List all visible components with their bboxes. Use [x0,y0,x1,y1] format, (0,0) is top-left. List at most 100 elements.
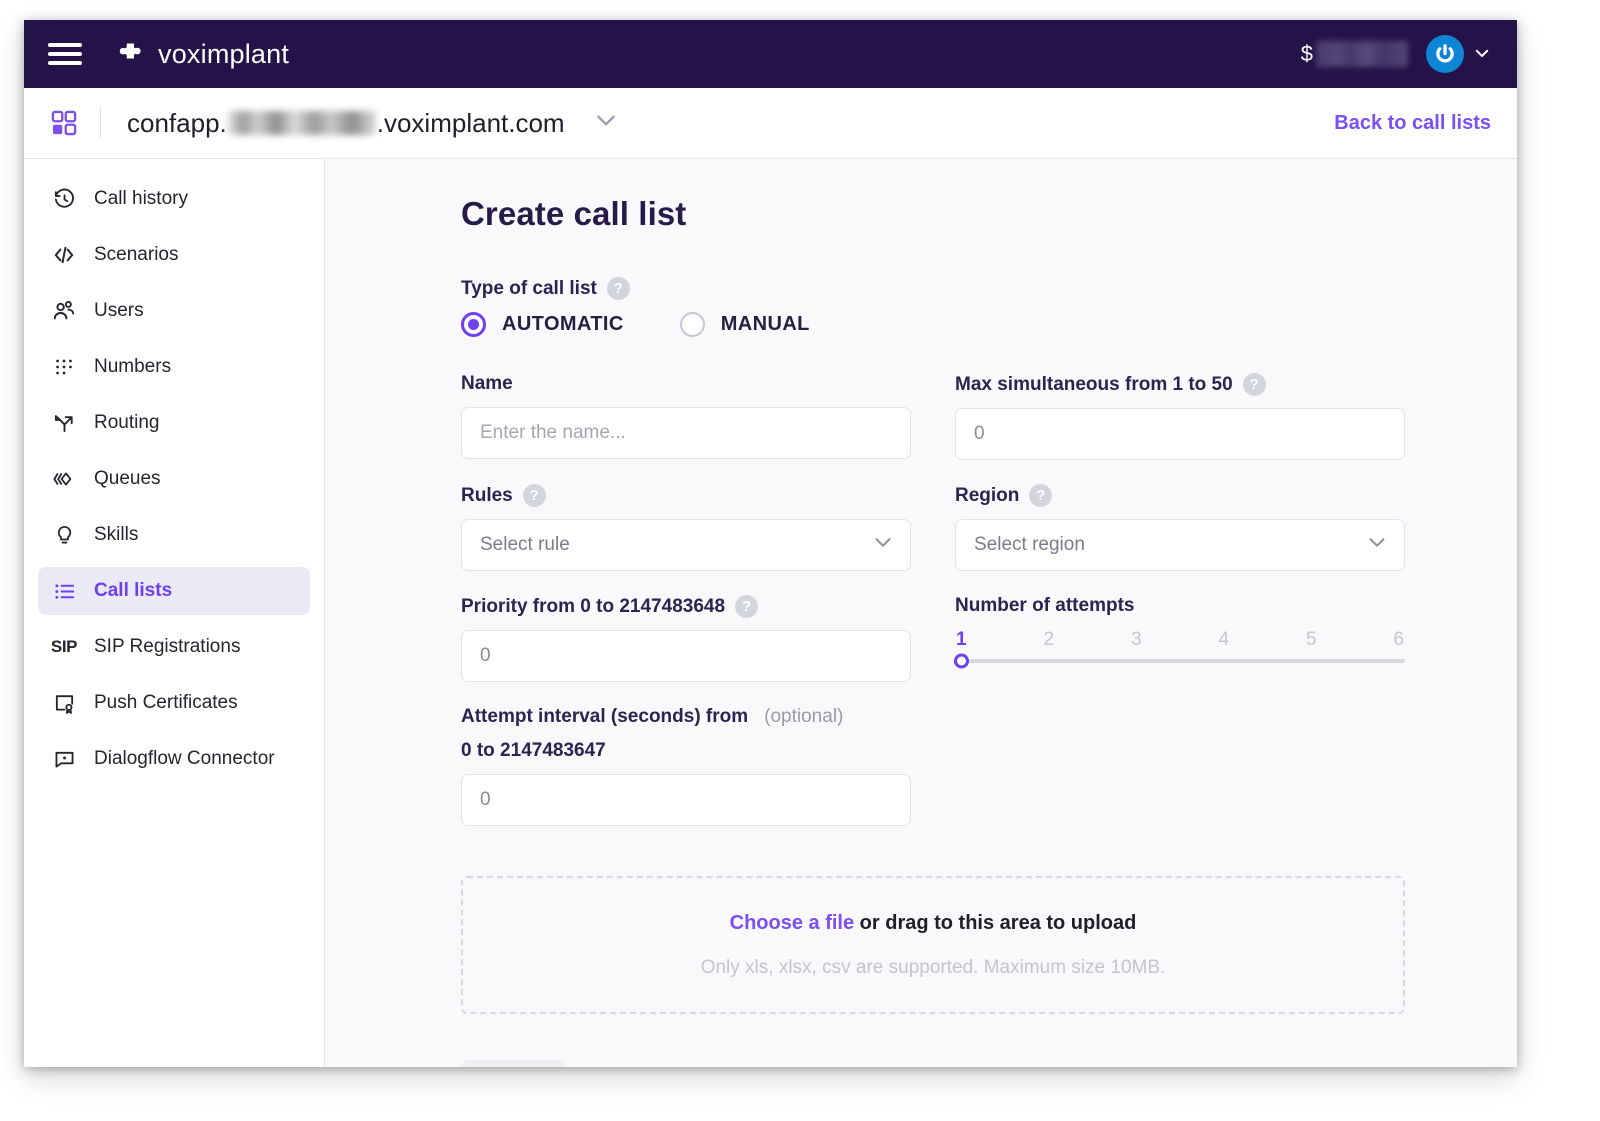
code-brackets-icon [52,243,76,267]
account-menu-button[interactable] [1426,35,1491,73]
chevron-down-icon [1473,44,1491,65]
help-icon[interactable]: ? [1242,373,1266,396]
page-title: Create call list [461,195,687,232]
field-max-simultaneous: Max simultaneous from 1 to 50 ? 0 [955,373,1405,476]
attempt-interval-input[interactable]: 0 [461,774,911,826]
sidebar-item-call-history[interactable]: Call history [38,175,310,223]
attempts-slider-handle[interactable] [954,653,969,669]
body-row: Call history Scenarios Users Numbers Rou… [24,159,1517,1067]
domain-suffix: .voximplant.com [376,107,565,138]
routing-arrow-icon [52,411,76,435]
sidebar-item-sip-registrations[interactable]: SIP SIP Registrations [38,623,310,671]
radio-automatic-indicator[interactable] [461,312,486,337]
sidebar-item-numbers[interactable]: Numbers [38,343,310,391]
slider-tick: 1 [956,629,967,650]
radio-option-manual[interactable]: MANUAL [679,312,810,337]
attempts-slider-ticks: 1 2 3 4 5 6 [955,629,1405,651]
priority-label: Priority from 0 to 2147483648 ? [461,595,911,618]
attempts-slider-track[interactable] [954,653,1405,669]
field-name: Name Enter the name... [461,373,911,476]
name-label: Name [461,373,911,395]
main-content: Create call list Type of call list ? AUT… [325,159,1517,1067]
sidebar-item-label: Scenarios [94,244,179,265]
users-icon [52,299,76,323]
attempts-label: Number of attempts [955,595,1405,617]
list-icon [52,579,76,603]
sidebar-item-routing[interactable]: Routing [38,399,310,447]
region-label: Region ? [955,484,1405,507]
upload-instruction-rest: or drag to this area to upload [854,911,1137,934]
field-region: Region ? Select region [955,484,1405,587]
appbar-divider [100,108,101,138]
sidebar-item-dialogflow-connector[interactable]: Dialogflow Connector [38,735,310,783]
field-number-of-attempts: Number of attempts 1 2 3 4 5 6 [954,595,1405,698]
attempts-label-text: Number of attempts [955,595,1135,616]
type-of-call-list-label: Type of call list ? [461,277,1457,300]
chevron-down-icon [1366,531,1388,559]
currency-symbol: $ [1300,41,1313,66]
region-select-value: Select region [974,534,1085,555]
sidebar-item-users[interactable]: Users [38,287,310,335]
region-label-text: Region [955,484,1020,506]
sidebar-item-label: Users [94,300,144,321]
back-to-call-lists-link[interactable]: Back to call lists [1334,112,1491,135]
radio-manual-indicator[interactable] [679,312,705,337]
lightbulb-icon [52,523,76,547]
max-simultaneous-input[interactable]: 0 [955,408,1405,460]
field-attempt-interval: Attempt interval (seconds) from (optiona… [461,706,911,842]
brand[interactable]: voximplant [112,35,289,74]
rules-label-text: Rules [461,484,513,506]
account-balance[interactable]: $ [1301,41,1408,67]
attempts-slider[interactable]: 1 2 3 4 5 6 [954,629,1405,669]
rules-select-value: Select rule [480,534,570,555]
radio-option-automatic[interactable]: AUTOMATIC [461,312,624,337]
sidebar-item-skills[interactable]: Skills [38,511,310,559]
app-window: voximplant $ confapp. .voximplant.com Ba… [24,20,1517,1067]
type-label-text: Type of call list [461,277,597,299]
name-input[interactable]: Enter the name... [461,407,911,459]
sidebar-item-queues[interactable]: Queues [38,455,310,503]
sidebar-item-label: Numbers [94,356,172,377]
grid-squares-icon[interactable] [50,109,78,137]
priority-input[interactable]: 0 [461,630,911,682]
slider-tick: 2 [1043,629,1055,650]
attempt-interval-optional: (optional) [764,706,844,727]
max-simultaneous-label: Max simultaneous from 1 to 50 ? [955,373,1405,396]
choose-a-file-link[interactable]: Choose a file [730,912,854,934]
attempt-interval-range-text: 0 to 2147483647 [461,740,606,761]
sidebar-item-label: Push Certificates [94,692,238,713]
sip-text-icon: SIP [50,637,78,656]
help-icon[interactable]: ? [522,484,546,507]
domain-prefix: confapp. [127,107,227,138]
radio-automatic-label: AUTOMATIC [502,313,624,335]
clock-history-icon [52,187,76,211]
upload-instruction: Choose a file or drag to this area to up… [730,912,1137,935]
upload-hint: Only xls, xlsx, csv are supported. Maxim… [700,956,1166,978]
sidebar-item-label: Routing [94,412,160,433]
sidebar-item-label: Queues [94,468,161,489]
max-simultaneous-label-text: Max simultaneous from 1 to 50 [955,373,1233,395]
file-upload-dropzone[interactable]: Choose a file or drag to this area to up… [461,876,1405,1014]
help-icon[interactable]: ? [606,277,630,300]
dialpad-dots-icon [52,355,76,379]
sidebar-item-scenarios[interactable]: Scenarios [38,231,310,279]
help-icon[interactable]: ? [735,595,759,618]
rules-select[interactable]: Select rule [461,519,911,571]
sidebar-item-push-certificates[interactable]: Push Certificates [38,679,310,727]
sidebar-item-label: SIP Registrations [94,636,241,657]
top-navigation-bar: voximplant $ [24,20,1517,88]
application-domain-selector[interactable]: confapp. .voximplant.com [127,107,619,140]
sidebar-item-label: Call history [94,188,188,209]
chevron-down-icon [872,531,894,559]
sidebar-item-call-lists[interactable]: Call lists [38,567,310,615]
hamburger-menu-icon[interactable] [48,41,82,67]
page-backdrop: voximplant $ confapp. .voximplant.com Ba… [0,0,1600,1121]
sidebar-item-label: Skills [94,524,139,545]
sidebar-item-label: Call lists [94,580,173,601]
region-select[interactable]: Select region [955,519,1405,571]
help-icon[interactable]: ? [1029,484,1053,507]
chevron-down-icon [593,107,619,140]
balance-amount-redacted [1316,41,1408,67]
back-button[interactable]: Back [461,1060,565,1067]
call-list-type-radio-group: AUTOMATIC MANUAL [461,312,1457,337]
